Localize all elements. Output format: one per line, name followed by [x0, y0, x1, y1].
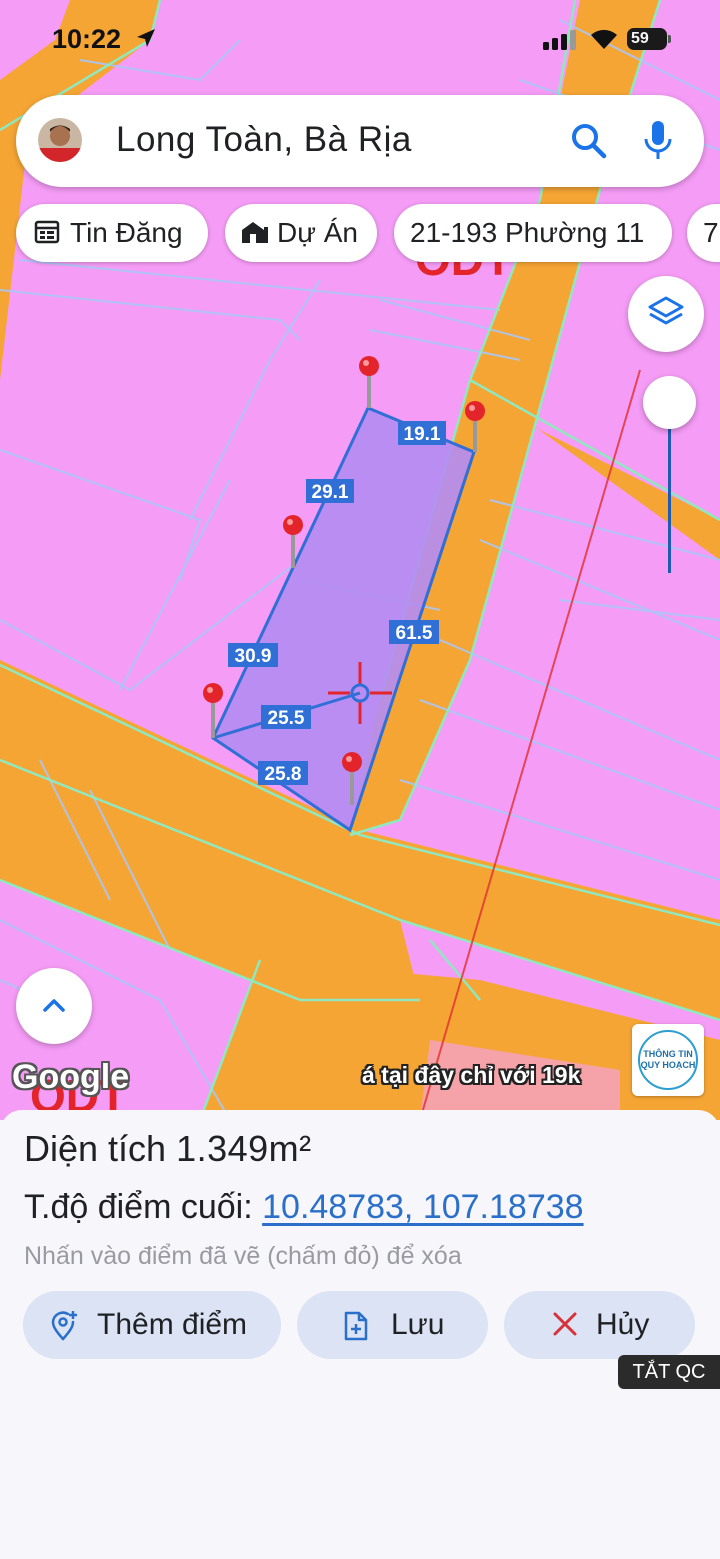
cancel-label: Hủy	[596, 1308, 650, 1341]
cancel-button[interactable]: Hủy	[504, 1291, 695, 1359]
zoom-slider-track[interactable]	[668, 405, 671, 573]
edge-label: 61.5	[396, 623, 433, 644]
add-location-icon	[51, 1311, 77, 1341]
edge-label: 29.1	[312, 482, 349, 503]
battery-indicator: 59	[627, 28, 667, 50]
quy-hoach-badge[interactable]: THÔNG TIN QUY HOẠCH	[632, 1024, 704, 1096]
badge-line-1: THÔNG TIN	[643, 1049, 693, 1059]
filter-chips: Tin Đăng Dự Án 21-193 Phường 11 7	[16, 204, 720, 264]
edge-label: 30.9	[235, 646, 272, 667]
chip-tin-dang[interactable]: Tin Đăng	[16, 204, 208, 262]
chip-more[interactable]: 7	[687, 204, 720, 262]
zoom-slider-handle[interactable]	[643, 376, 696, 429]
chip-label: Tin Đăng	[70, 217, 183, 248]
search-input[interactable]: Long Toàn, Bà Rịa	[116, 120, 412, 160]
point-marker[interactable]	[359, 356, 379, 408]
edge-label: 25.8	[265, 764, 302, 785]
search-icon[interactable]	[569, 121, 609, 161]
coord-label: T.độ điểm cuối:	[24, 1188, 253, 1226]
google-logo: Google	[12, 1058, 130, 1096]
hint-text: Nhấn vào điểm đã vẽ (chấm đỏ) để xóa	[24, 1242, 462, 1270]
coord-link[interactable]: 10.48783, 107.18738	[262, 1188, 583, 1226]
chip-address[interactable]: 21-193 Phường 11	[394, 204, 672, 262]
save-label: Lưu	[391, 1308, 445, 1341]
status-bar: 10:22 59	[0, 0, 720, 80]
promo-text[interactable]: á tại đây chỉ với 19k	[362, 1062, 580, 1089]
area-value: 1.349m²	[176, 1128, 312, 1169]
add-point-label: Thêm điểm	[97, 1308, 248, 1341]
coord-row: T.độ điểm cuối: 10.48783, 107.18738	[24, 1188, 584, 1227]
measure-sheet: Diện tích 1.349m² T.độ điểm cuối: 10.487…	[0, 1110, 720, 1559]
chip-label: 7	[703, 217, 719, 248]
chip-label: 21-193 Phường 11	[410, 217, 645, 248]
close-icon	[553, 1312, 577, 1336]
area-row: Diện tích 1.349m²	[24, 1128, 312, 1170]
expand-button[interactable]	[16, 968, 92, 1044]
add-point-button[interactable]: Thêm điểm	[23, 1291, 281, 1359]
edge-label: 19.1	[404, 424, 441, 445]
layers-icon	[648, 296, 684, 325]
chip-du-an[interactable]: Dự Án	[225, 204, 377, 262]
mic-icon[interactable]	[643, 119, 673, 163]
status-time: 10:22	[52, 24, 122, 54]
building-icon	[242, 222, 268, 243]
battery-tip	[668, 35, 671, 43]
chip-label: Dự Án	[277, 217, 358, 248]
area-label: Diện tích	[24, 1128, 167, 1169]
save-button[interactable]: Lưu	[297, 1291, 488, 1359]
chevron-up-icon	[43, 999, 65, 1012]
cellular-signal-icon	[543, 30, 576, 50]
edge-label: 25.5	[268, 708, 305, 729]
avatar[interactable]	[38, 118, 82, 162]
layers-button[interactable]	[628, 276, 704, 352]
location-arrow-icon	[137, 29, 155, 47]
search-bar[interactable]: Long Toàn, Bà Rịa	[16, 95, 704, 187]
add-file-icon	[344, 1311, 368, 1341]
ads-off-button[interactable]: TẮT QC	[618, 1355, 720, 1389]
badge-line-2: QUY HOẠCH	[640, 1060, 696, 1070]
battery-level: 59	[631, 30, 649, 47]
wifi-icon	[591, 29, 617, 49]
calendar-icon	[34, 220, 60, 244]
